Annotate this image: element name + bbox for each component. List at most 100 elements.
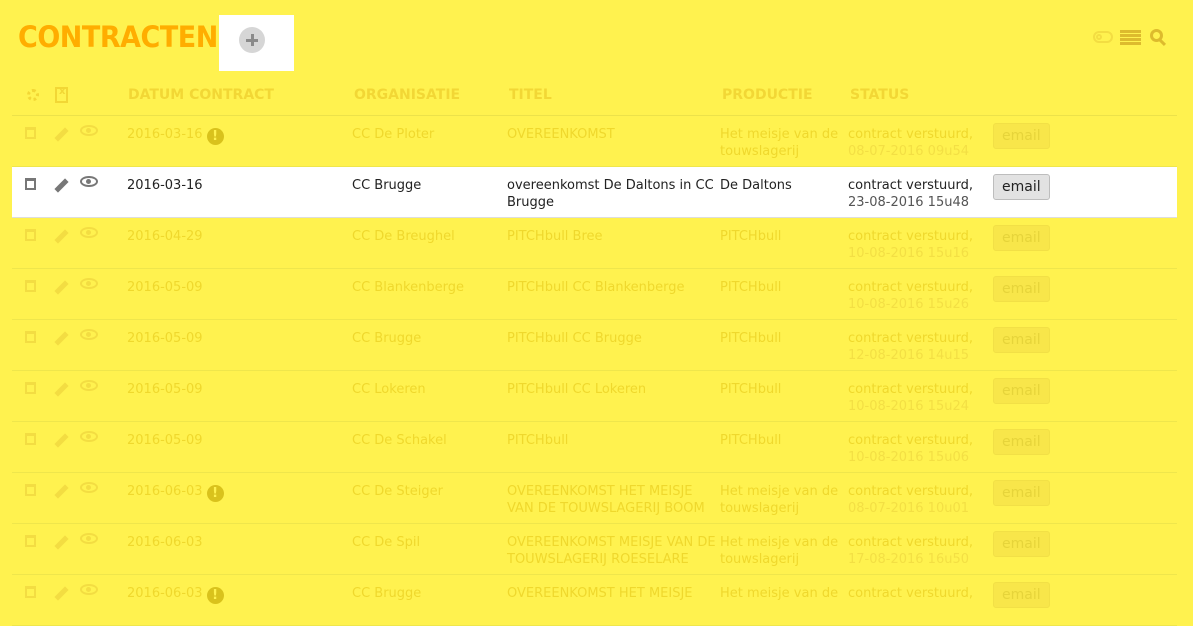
gear-icon[interactable] (27, 89, 39, 101)
pencil-icon[interactable] (54, 433, 69, 448)
pencil-icon[interactable] (54, 484, 69, 499)
table-row[interactable]: 2016-04-29 CC De Breughel PITCHbull Bree PI… (12, 218, 1177, 269)
pencil-icon[interactable] (54, 280, 69, 295)
date-text: 2016-05-09 (127, 331, 203, 346)
email-button[interactable]: email (993, 276, 1050, 302)
date-text: 2016-05-09 (127, 382, 203, 397)
pencil-icon[interactable] (54, 586, 69, 601)
cell-productie: Het meisje van de touwslagerij (720, 127, 839, 159)
cell-status: contract verstuurd, 10-08-2016 15u26 (848, 279, 988, 313)
email-button[interactable]: email (993, 582, 1050, 608)
eye-icon[interactable] (80, 329, 98, 340)
table-row[interactable]: 2016-05-09 CC De Schakel PITCHbull PITCHbul… (12, 422, 1177, 473)
cell-status: contract verstuurd, 10-08-2016 15u06 (848, 432, 988, 466)
table-row[interactable]: 2016-06-03 CC De Spil OVEREENKOMST MEISJE … (12, 524, 1177, 575)
add-contract-button[interactable] (219, 15, 294, 71)
table-row[interactable]: 2016-05-09 CC Blankenberge PITCHbull CC Bl… (12, 269, 1177, 320)
email-button[interactable]: email (993, 327, 1050, 353)
col-titel[interactable]: TITEL (509, 87, 552, 103)
cell-date: 2016-03-16 (127, 177, 203, 194)
eye-icon[interactable] (80, 278, 98, 289)
trash-icon[interactable] (25, 127, 36, 139)
col-datum-contract[interactable]: DATUM CONTRACT (128, 87, 274, 103)
cell-titel: PITCHbull (507, 433, 569, 448)
trash-icon[interactable] (25, 331, 36, 343)
status-text: contract verstuurd, (848, 484, 974, 499)
email-button[interactable]: email (993, 480, 1050, 506)
date-text: 2016-06-03 (127, 535, 203, 550)
col-productie[interactable]: PRODUCTIE (722, 87, 813, 103)
table-row[interactable]: 2016-03-16 CC Brugge overeenkomst De Dalto… (12, 167, 1177, 218)
email-button[interactable]: email (993, 429, 1050, 455)
trash-icon[interactable] (25, 178, 36, 190)
cell-organisatie: CC Brugge (352, 586, 422, 601)
eye-icon[interactable] (80, 176, 98, 187)
trash-icon[interactable] (25, 229, 36, 241)
email-button[interactable]: email (993, 123, 1050, 149)
status-text: contract verstuurd, (848, 535, 974, 550)
eye-icon[interactable] (80, 482, 98, 493)
pencil-icon[interactable] (54, 331, 69, 346)
cell-date: 2016-06-03! (127, 585, 224, 604)
date-text: 2016-03-16 (127, 127, 203, 142)
eye-icon[interactable] (80, 380, 98, 391)
cell-status: contract verstuurd, 23-08-2016 15u48 (848, 177, 988, 211)
email-button[interactable]: email (993, 225, 1050, 251)
search-icon[interactable] (1150, 29, 1163, 42)
cell-productie: Het meisje van de touwslagerij (720, 484, 839, 516)
table-row[interactable]: 2016-06-03! CC De Steiger OVEREENKOMST HET… (12, 473, 1177, 524)
cell-organisatie: CC Brugge (352, 178, 422, 193)
table-row[interactable]: 2016-06-03! CC Brugge OVEREENKOMST HET MEI… (12, 575, 1177, 626)
email-button[interactable]: email (993, 378, 1050, 404)
trash-icon[interactable] (25, 586, 36, 598)
plus-icon (239, 27, 265, 53)
trash-icon[interactable] (25, 280, 36, 292)
eye-icon[interactable] (80, 227, 98, 238)
list-view-icon[interactable] (1120, 30, 1141, 45)
excel-export-icon[interactable] (55, 86, 68, 103)
table-row[interactable]: 2016-05-09 CC Brugge PITCHbull CC Brugge PI… (12, 320, 1177, 371)
row-actions (24, 226, 104, 246)
col-status[interactable]: STATUS (850, 87, 909, 103)
date-text: 2016-05-09 (127, 433, 203, 448)
status-text: contract verstuurd, (848, 586, 974, 601)
row-actions (24, 583, 104, 603)
trash-icon[interactable] (25, 382, 36, 394)
status-text: contract verstuurd, (848, 127, 974, 142)
trash-icon[interactable] (25, 433, 36, 445)
trash-icon[interactable] (25, 484, 36, 496)
status-text: contract verstuurd, (848, 178, 974, 193)
cell-productie: PITCHbull (720, 433, 782, 448)
pencil-icon[interactable] (54, 178, 69, 193)
cell-organisatie: CC De Spil (352, 535, 421, 550)
cell-organisatie: CC Brugge (352, 331, 422, 346)
email-button[interactable]: email (993, 531, 1050, 557)
cell-date: 2016-06-03! (127, 483, 224, 502)
pencil-icon[interactable] (54, 127, 69, 142)
pencil-icon[interactable] (54, 229, 69, 244)
email-button[interactable]: email (993, 174, 1050, 200)
toggle-icon[interactable] (1093, 31, 1113, 43)
eye-icon[interactable] (80, 431, 98, 442)
pencil-icon[interactable] (54, 382, 69, 397)
cell-date: 2016-05-09 (127, 279, 203, 296)
cell-productie: PITCHbull (720, 280, 782, 295)
eye-icon[interactable] (80, 533, 98, 544)
cell-status: contract verstuurd, 08-07-2016 09u54 (848, 126, 988, 160)
table-row[interactable]: 2016-05-09 CC Lokeren PITCHbull CC Lokeren… (12, 371, 1177, 422)
table-row[interactable]: 2016-03-16! CC De Ploter OVEREENKOMST Het m… (12, 116, 1177, 167)
eye-icon[interactable] (80, 125, 98, 136)
col-organisatie[interactable]: ORGANISATIE (354, 87, 460, 103)
header: CONTRACTEN (0, 0, 1193, 80)
status-timestamp: 10-08-2016 15u06 (848, 450, 970, 465)
date-text: 2016-06-03 (127, 586, 203, 601)
status-timestamp: 23-08-2016 15u48 (848, 195, 970, 210)
cell-titel: PITCHbull Bree (507, 229, 603, 244)
trash-icon[interactable] (25, 535, 36, 547)
cell-titel: overeenkomst De Daltons in CC Brugge (507, 178, 714, 210)
contracts-table: DATUM CONTRACT ORGANISATIE TITEL PRODUCT… (12, 80, 1177, 626)
eye-icon[interactable] (80, 584, 98, 595)
pencil-icon[interactable] (54, 535, 69, 550)
status-text: contract verstuurd, (848, 331, 974, 346)
cell-productie: Het meisje van de (720, 586, 839, 601)
